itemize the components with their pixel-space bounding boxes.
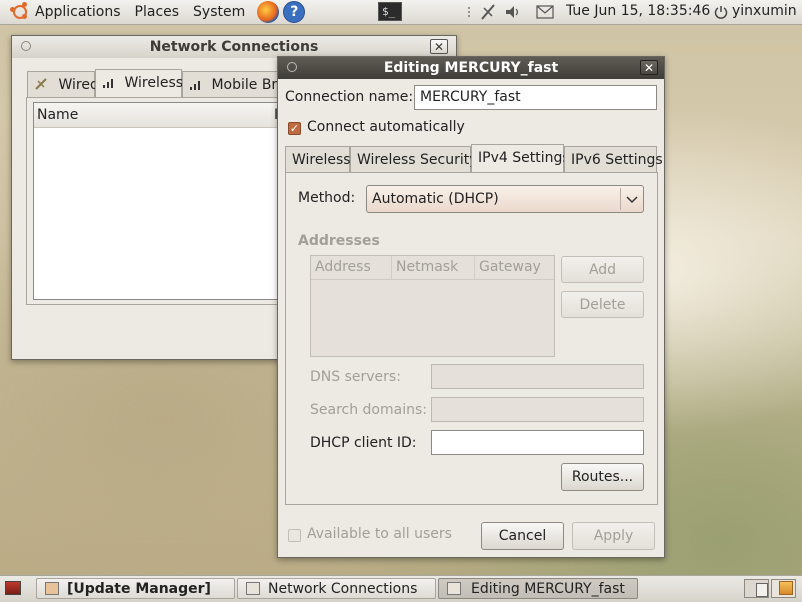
column-header-address: Address <box>311 256 392 279</box>
search-domains-label: Search domains: <box>310 402 427 418</box>
task-editing-connection-label: Editing MERCURY_fast <box>471 581 625 597</box>
column-header-netmask: Netmask <box>392 256 475 279</box>
ed-title: Editing MERCURY_fast <box>383 60 559 76</box>
window-menu-icon[interactable] <box>21 41 31 51</box>
nc-title: Network Connections <box>149 39 319 55</box>
power-icon[interactable] <box>714 5 728 19</box>
tab-wireless-security[interactable]: Wireless Security <box>350 146 478 172</box>
dns-servers-label: DNS servers: <box>310 369 401 385</box>
menu-places[interactable]: Places <box>129 0 188 24</box>
ipv4-panel: Method: Automatic (DHCP) Addresses Addre… <box>285 172 658 505</box>
connection-name-field[interactable]: MERCURY_fast <box>414 85 657 110</box>
wired-icon <box>35 78 47 90</box>
task-update-manager[interactable]: [Update Manager] <box>36 578 235 599</box>
user-name[interactable]: yinxumin <box>732 3 797 19</box>
tab-mobile-broadband[interactable]: Mobile Bro <box>182 71 286 97</box>
nc-close-button[interactable]: ✕ <box>430 39 448 54</box>
window-menu-icon[interactable] <box>287 62 297 72</box>
menu-system[interactable]: System <box>187 0 253 24</box>
addresses-heading: Addresses <box>298 233 380 249</box>
addresses-header: Address Netmask Gateway <box>311 256 554 280</box>
clock[interactable]: Tue Jun 15, 18:35:46 <box>566 3 710 19</box>
workspace-1[interactable] <box>744 579 769 598</box>
connection-name-label: Connection name: <box>285 89 414 105</box>
addresses-table: Address Netmask Gateway <box>310 255 555 357</box>
connection-list[interactable]: Name I <box>33 102 290 300</box>
connect-automatically-checkbox[interactable]: ✓ <box>288 122 301 135</box>
connect-automatically-label[interactable]: Connect automatically <box>307 119 465 135</box>
column-header-name-label: Name <box>37 107 79 123</box>
chevron-down-icon <box>620 188 643 210</box>
tab-wireless-label: Wireless <box>124 75 184 91</box>
method-value: Automatic (DHCP) <box>372 191 499 207</box>
tab-ipv6-settings[interactable]: IPv6 Settings <box>564 146 663 172</box>
method-dropdown[interactable]: Automatic (DHCP) <box>366 185 644 213</box>
task-network-connections[interactable]: Network Connections <box>237 578 436 599</box>
delete-button[interactable]: Delete <box>561 291 644 318</box>
tab-wired-label: Wired <box>58 77 99 93</box>
column-header-name[interactable]: Name I <box>34 103 289 128</box>
apply-button[interactable]: Apply <box>572 522 655 550</box>
editing-connection-icon <box>447 582 461 595</box>
tab-wired[interactable]: Wired <box>27 71 99 97</box>
ed-close-button[interactable]: ✕ <box>640 60 658 75</box>
bottom-panel: [Update Manager] Network Connections Edi… <box>0 575 802 602</box>
network-connections-icon <box>246 582 260 595</box>
dns-servers-field[interactable] <box>431 364 644 389</box>
network-disconnected-icon[interactable] <box>478 0 498 24</box>
trash-icon[interactable] <box>779 581 793 595</box>
dhcp-client-id-label: DHCP client ID: <box>310 435 417 451</box>
help-icon[interactable]: ? <box>283 1 306 23</box>
add-button[interactable]: Add <box>561 256 644 283</box>
tab-wireless[interactable]: Wireless <box>285 146 351 172</box>
mail-icon[interactable] <box>535 0 555 24</box>
editing-connection-window: Editing MERCURY_fast ✕ Connection name: … <box>277 56 665 558</box>
routes-button[interactable]: Routes... <box>561 463 644 491</box>
task-network-connections-label: Network Connections <box>268 581 418 597</box>
nc-titlebar[interactable]: Network Connections ✕ <box>12 36 456 58</box>
tab-mobile-label: Mobile Bro <box>211 77 286 93</box>
terminal-icon[interactable]: $_ <box>378 2 402 21</box>
update-manager-icon <box>45 582 59 595</box>
tab-ipv4-settings[interactable]: IPv4 Settings <box>471 144 570 172</box>
column-header-gateway: Gateway <box>479 259 541 275</box>
show-desktop-icon[interactable] <box>5 581 21 595</box>
cancel-button[interactable]: Cancel <box>481 522 564 550</box>
method-label: Method: <box>298 190 356 206</box>
search-domains-field[interactable] <box>431 397 644 422</box>
volume-icon[interactable] <box>504 0 522 24</box>
firefox-icon[interactable] <box>257 1 280 23</box>
task-editing-connection[interactable]: Editing MERCURY_fast <box>438 578 638 599</box>
ubuntu-logo-icon[interactable] <box>10 2 30 22</box>
available-to-all-users-label: Available to all users <box>307 526 452 542</box>
mobile-signal-icon <box>190 81 200 90</box>
tab-wireless[interactable]: Wireless <box>95 69 184 97</box>
dhcp-client-id-field[interactable] <box>431 430 644 455</box>
task-update-manager-label: [Update Manager] <box>67 581 211 597</box>
ed-titlebar[interactable]: Editing MERCURY_fast ✕ <box>278 57 664 79</box>
available-to-all-users-checkbox[interactable] <box>288 529 301 542</box>
wireless-signal-icon <box>103 79 113 88</box>
menu-applications[interactable]: Applications <box>35 0 129 24</box>
tray-handle-icon <box>468 7 470 17</box>
